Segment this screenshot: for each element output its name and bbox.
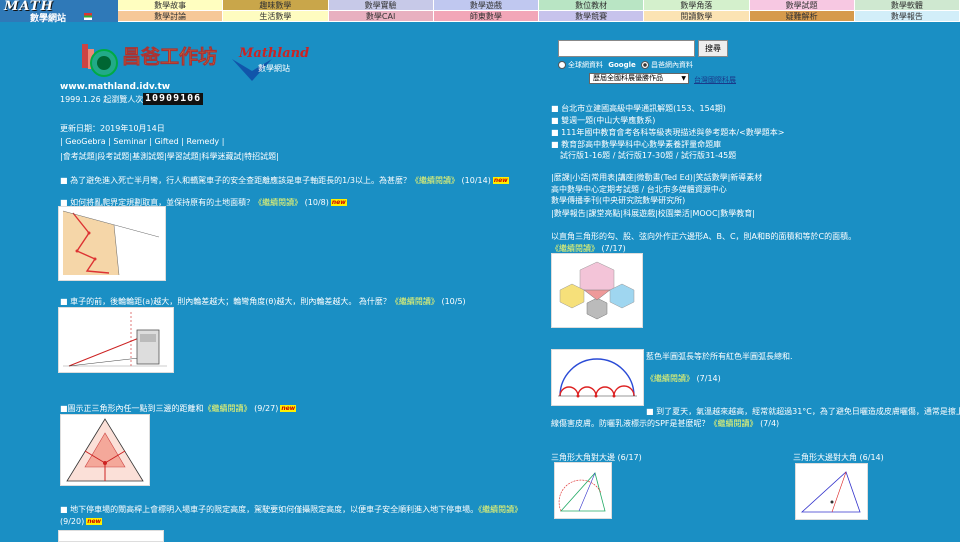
- read-more-link[interactable]: 《繼續閱讀》: [710, 419, 758, 428]
- logo-brand: Mathland: [238, 46, 309, 61]
- article-text: ■ 車子的前，後輪輪距(a)越大，則內輪差越大；輪彎角度(θ)越大，則內輪差越大…: [60, 297, 391, 306]
- read-more-link[interactable]: 《繼續閱讀》: [646, 374, 694, 383]
- nav-item[interactable]: 師東數學: [433, 11, 539, 22]
- search-scope: 全球網資料 Google 昌爸網內資料: [558, 60, 693, 70]
- search-input[interactable]: [558, 40, 695, 57]
- resource-links-3[interactable]: 數學傳播季刊(中央研究院數學研究所): [551, 195, 685, 206]
- chevron-down-icon: ▼: [681, 75, 686, 82]
- top-navigation: MATH 數學網站 數學故事 趣味數學 數學實驗 數學遊戲 數位教材 數學角落 數學試題 數學…: [0, 0, 960, 24]
- article-date: (7/17): [601, 244, 626, 253]
- news-item-1[interactable]: ■ 台北市立建國高級中學通訊解題(153、154期): [551, 103, 726, 114]
- site-logo[interactable]: MATH 數學網站: [0, 0, 118, 24]
- hexagon-figure[interactable]: [551, 253, 643, 328]
- intl-science-fair-link[interactable]: 台灣國際科展: [694, 75, 736, 85]
- triangle-angle-figure-1[interactable]: [554, 462, 612, 519]
- article-date: (10/5): [441, 297, 466, 306]
- resource-links-4[interactable]: |數學報告|課堂亮點|科展遊戲|校園樂活|MOOC|數學教育|: [551, 208, 755, 219]
- logo-title: 昌爸工作坊: [122, 45, 217, 68]
- article-date: (10/14): [461, 176, 491, 185]
- article-item-3: ■ 車子的前，後輪輪距(a)越大，則內輪差越大；輪彎角度(θ)越大，則內輪差越大…: [60, 296, 466, 307]
- nav-item[interactable]: 趣味數學: [223, 0, 329, 11]
- links-row-2[interactable]: |會考試題|段考試題|基測試題|學習試題|科學迷藏試|特招試題|: [60, 151, 279, 162]
- semicircle-figure[interactable]: [551, 349, 644, 406]
- science-fair-select[interactable]: 歷屆全國科展優勝作品 ▼: [589, 73, 689, 84]
- article-date: (9/20): [60, 517, 85, 526]
- resource-links-1[interactable]: |麼課|小語|常用表|講座|微動畫(Ted Ed)|笑話數學|新導素材: [551, 172, 762, 183]
- article-item-5-date: (9/20) new: [60, 517, 103, 526]
- nav-item[interactable]: 生活數學: [223, 11, 329, 22]
- article-date: (7/4): [760, 419, 780, 428]
- site-url[interactable]: www.mathland.idv.tw: [60, 82, 170, 92]
- triangle-angle-figure-2[interactable]: [795, 463, 868, 520]
- nav-item[interactable]: 數位教材: [539, 0, 645, 11]
- spf-article-text-2: 線傷害皮膚。防曬乳液標示的SPF是甚麼呢？《繼續閱讀》 (7/4): [551, 418, 779, 429]
- new-badge-icon: new: [330, 199, 347, 206]
- resource-links-2[interactable]: 高中數學中心定期考試題 / 台北市多媒體資源中心: [551, 184, 727, 195]
- radio-global-label: 全球網資料: [568, 61, 603, 69]
- nav-item[interactable]: 數學實驗: [328, 0, 434, 11]
- triangle-distance-figure[interactable]: [60, 414, 150, 486]
- parking-figure[interactable]: [58, 530, 164, 542]
- semicircle-article-text: 藍色半圓弧長等於所有紅色半圓弧長總和.: [646, 352, 793, 361]
- article-text: ■圖示正三角形內任一點到三邊的距離和: [60, 404, 204, 413]
- nav-item[interactable]: 數學報告: [854, 11, 960, 22]
- read-more-link[interactable]: 《繼續閱讀》: [204, 404, 252, 413]
- article-text: ■ 為了避免進入死亡半月彎，行人和轎駕車子的安全查距離應該是車子軸距長的1/3以…: [60, 176, 411, 185]
- nav-item[interactable]: 數學競賽: [539, 11, 645, 22]
- logo-sub-text: 數學網站: [30, 14, 67, 24]
- nav-item[interactable]: 數學角落: [644, 0, 750, 11]
- article-item-4: ■圖示正三角形內任一點到三邊的距離和《繼續閱讀》 (9/27) new: [60, 403, 297, 414]
- visit-since-label: 1999.1.26 起瀏覽人次: [60, 95, 144, 104]
- read-more-link[interactable]: 《繼續閱讀》: [411, 176, 459, 185]
- read-more-link[interactable]: 《繼續閱讀》: [478, 505, 522, 514]
- semicircle-article-meta: 《繼續閱讀》 (7/14): [646, 373, 721, 384]
- google-logo: Google: [608, 61, 636, 69]
- nav-item[interactable]: 閱讀數學: [644, 11, 750, 22]
- nav-menu: 數學故事 趣味數學 數學實驗 數學遊戲 數位教材 數學角落 數學試題 數學軟體數學討論 生活數學…: [118, 0, 960, 22]
- news-item-3[interactable]: ■ 111年國中教育會考各科等級表現描述與參考題本/<數學題本>: [551, 127, 784, 138]
- land-boundary-figure[interactable]: [58, 206, 166, 281]
- logo-brand-sub: 數學網站: [258, 63, 290, 73]
- news-item-4[interactable]: ■ 教育部高中數學學科中心數學素養評量命題庫: [551, 139, 721, 150]
- nav-item[interactable]: 數學試題: [749, 0, 855, 11]
- read-more-link[interactable]: 《繼續閱讀》: [551, 244, 599, 253]
- nav-item[interactable]: 數學遊戲: [433, 0, 539, 11]
- nav-item[interactable]: 數學故事: [118, 0, 224, 11]
- nav-item[interactable]: 數學CAI: [328, 11, 434, 22]
- triangle-angle-title-2[interactable]: 三角形大邊對大角 (6/14): [793, 452, 884, 463]
- hexagon-article-text: 以直角三角形的勾、股、弦向外作正六邊形A、B、C，則A和B的面積和等於C的面積。: [551, 232, 857, 241]
- flag-icon: [84, 13, 92, 20]
- article-date: (7/14): [696, 374, 721, 383]
- spf-article-text: ■ 到了夏天，氣溫越來越高，經常就超過31°C，為了避免日曬造成皮膚曬傷，通常是…: [646, 407, 960, 416]
- read-more-link[interactable]: 《繼續閱讀》: [391, 297, 439, 306]
- article-item-5: ■ 地下停車場的閘高桿上會標明入場車子的限定高度，駕駛要如何僅攝限定高度，以便車…: [60, 504, 522, 515]
- article-date: (10/8): [304, 198, 329, 207]
- select-value: 歷屆全國科展優勝作品: [593, 74, 663, 82]
- article-date: (9/27): [254, 404, 279, 413]
- article-item-1: ■ 為了避免進入死亡半月彎，行人和轎駕車子的安全查距離應該是車子軸距長的1/3以…: [60, 175, 509, 186]
- article-text: ■ 地下停車場的閘高桿上會標明入場車子的限定高度，駕駛要如何僅攝限定高度，以便車…: [60, 505, 479, 514]
- updated-date: 更新日期：2019年10月14日: [60, 124, 165, 133]
- nav-item[interactable]: 數學軟體: [854, 0, 960, 11]
- news-item-2[interactable]: ■ 雙週一題(中山大學應數系): [551, 115, 655, 126]
- visitor-counter: 10909106: [143, 93, 204, 105]
- new-badge-icon: new: [492, 177, 509, 184]
- radio-site-label: 昌爸網內資料: [651, 61, 693, 69]
- radio-global[interactable]: [558, 61, 566, 69]
- links-row-1[interactable]: | GeoGebra | Seminar | Gifted | Remedy |: [60, 137, 224, 146]
- nav-item[interactable]: 數學討論: [118, 11, 224, 22]
- radio-site[interactable]: [641, 61, 649, 69]
- car-turning-figure[interactable]: [58, 307, 174, 373]
- read-more-link[interactable]: 《繼續閱讀》: [254, 198, 302, 207]
- search-button[interactable]: 搜尋: [698, 40, 728, 57]
- new-badge-icon: new: [86, 518, 103, 525]
- nav-item[interactable]: 疑難解析: [749, 11, 855, 22]
- news-sub-links[interactable]: 試行版1-16題 / 試行版17-30題 / 試行版31-45題: [560, 150, 736, 161]
- spf-article-line: 線傷害皮膚。防曬乳液標示的SPF是甚麼呢？: [551, 419, 710, 428]
- new-badge-icon: new: [280, 405, 297, 412]
